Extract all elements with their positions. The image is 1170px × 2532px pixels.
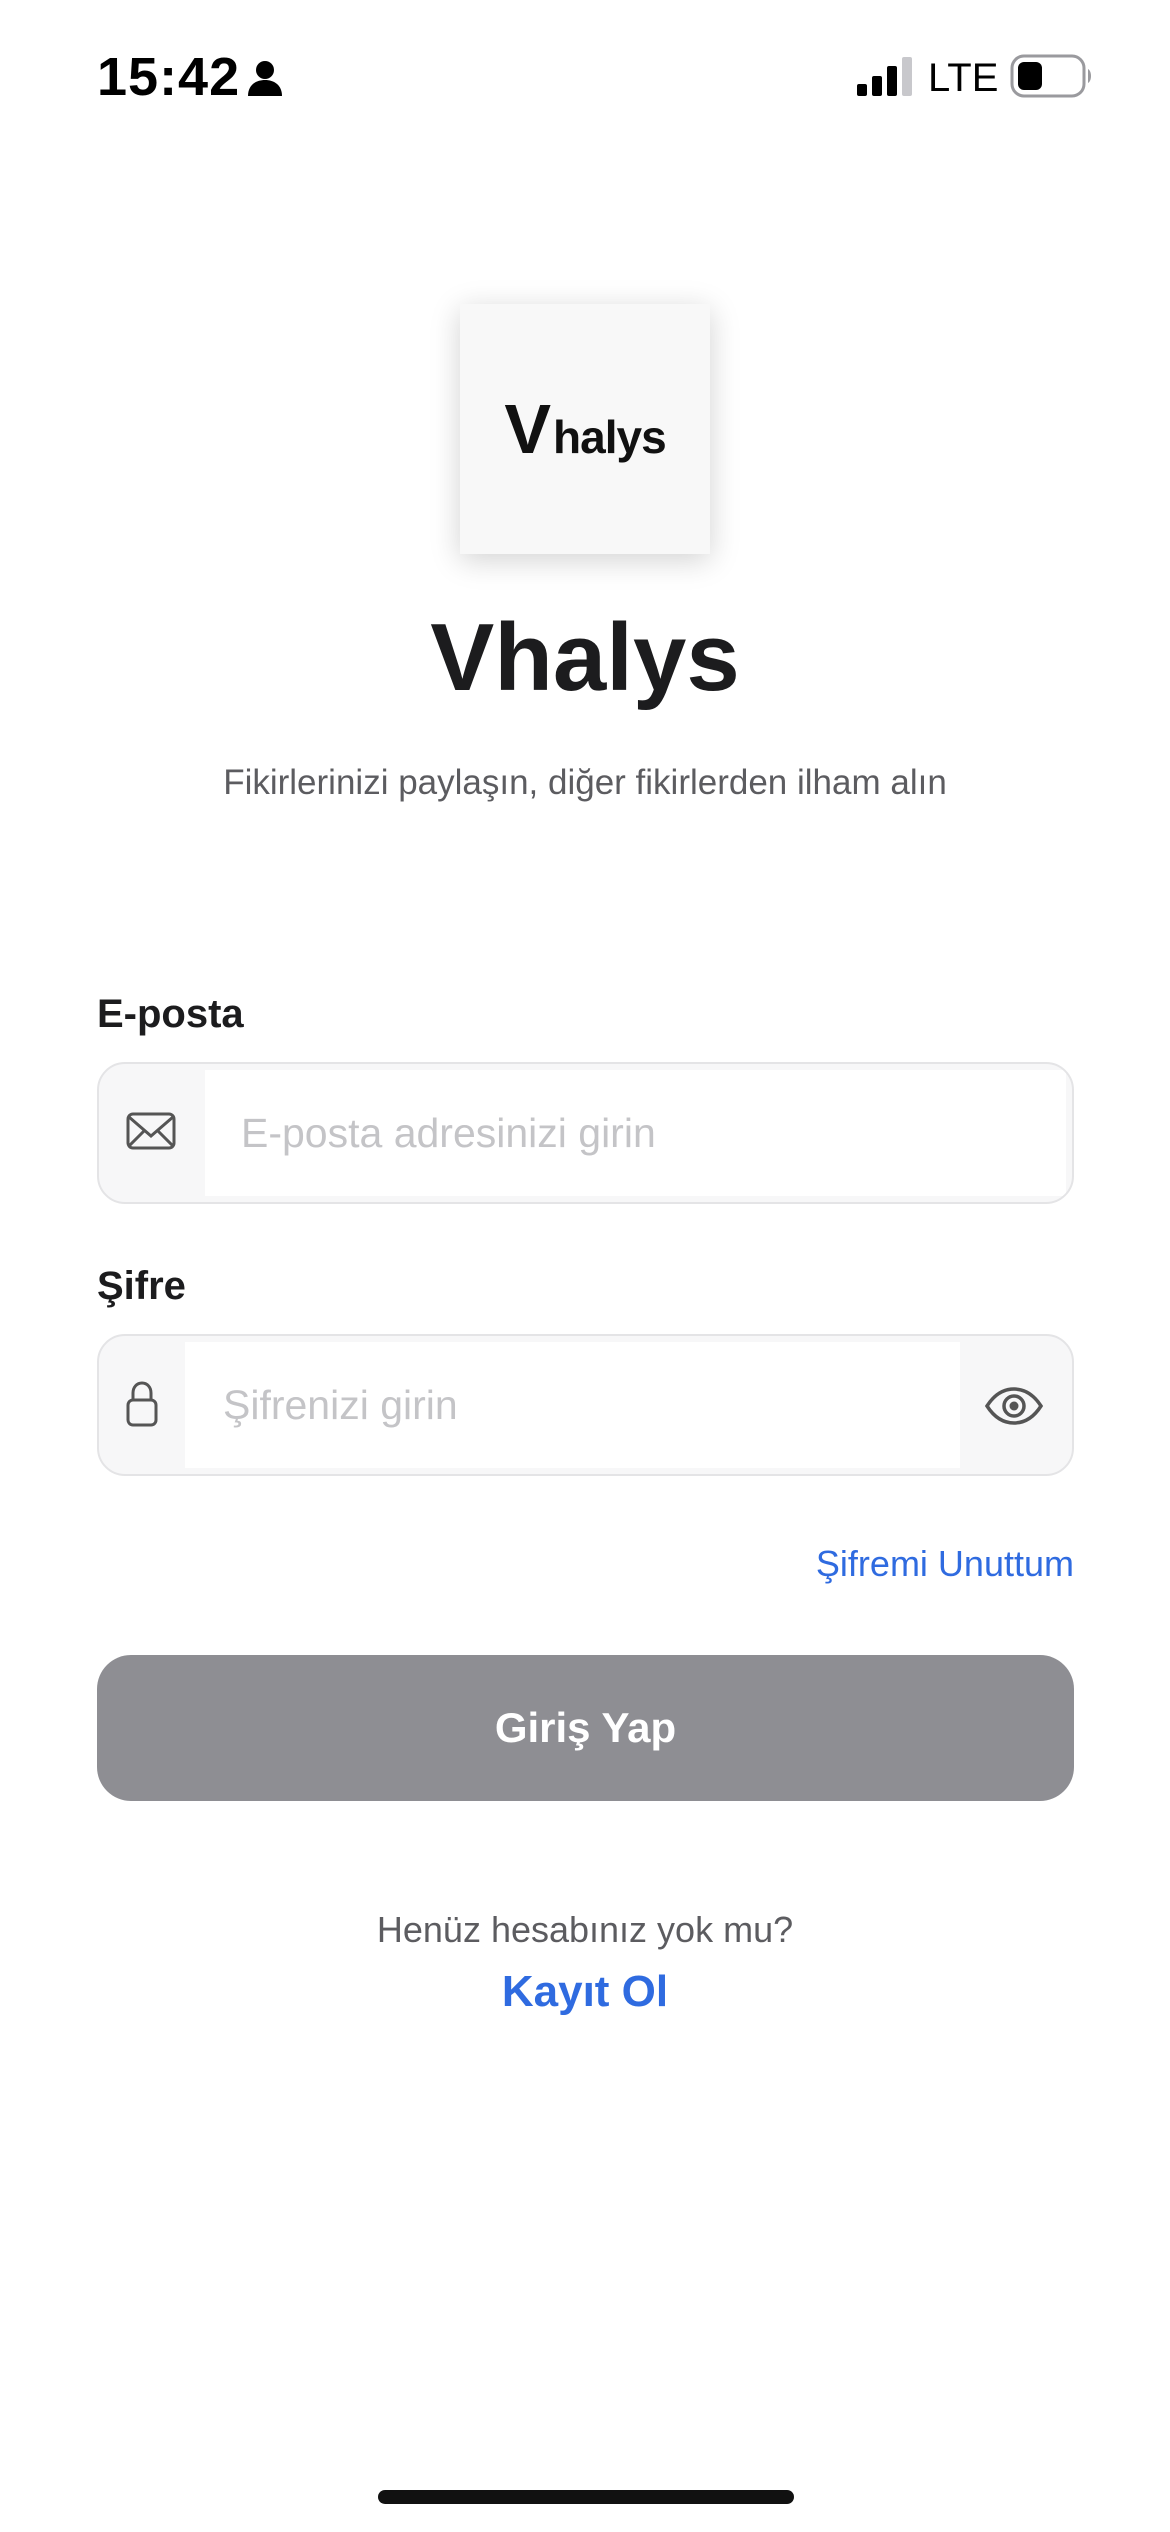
email-input[interactable] — [205, 1070, 1066, 1196]
status-time: 15:42 — [97, 47, 241, 107]
lock-icon — [126, 1381, 158, 1427]
password-field[interactable] — [97, 1334, 1074, 1476]
app-logo: V halys — [460, 304, 710, 554]
logo-mark-text: halys — [553, 411, 667, 463]
email-field[interactable] — [97, 1062, 1074, 1204]
eye-icon[interactable] — [984, 1386, 1044, 1426]
logo-wordmark: V halys — [504, 390, 667, 468]
logo-mark-v: V — [504, 390, 552, 468]
password-label: Şifre — [97, 1264, 186, 1308]
mail-icon — [126, 1112, 176, 1150]
password-input[interactable] — [185, 1342, 960, 1468]
email-input-area — [205, 1070, 1066, 1196]
forgot-password-link[interactable]: Şifremi Unuttum — [816, 1538, 1074, 1590]
home-indicator[interactable] — [378, 2490, 794, 2504]
no-account-text: Henüz hesabınız yok mu? — [376, 1909, 794, 1950]
signal-icon — [857, 57, 912, 96]
email-label: E-posta — [97, 992, 244, 1036]
password-input-area — [185, 1342, 960, 1468]
login-button[interactable]: Giriş Yap — [97, 1655, 1074, 1801]
person-icon — [248, 61, 282, 96]
register-link[interactable]: Kayıt Ol — [0, 1962, 1170, 2022]
network-type: LTE — [928, 56, 999, 100]
app-title: Vhalys — [430, 604, 740, 711]
app-subtitle: Fikirlerinizi paylaşın, diğer fikirlerde… — [223, 763, 947, 802]
battery-icon — [1010, 54, 1091, 98]
